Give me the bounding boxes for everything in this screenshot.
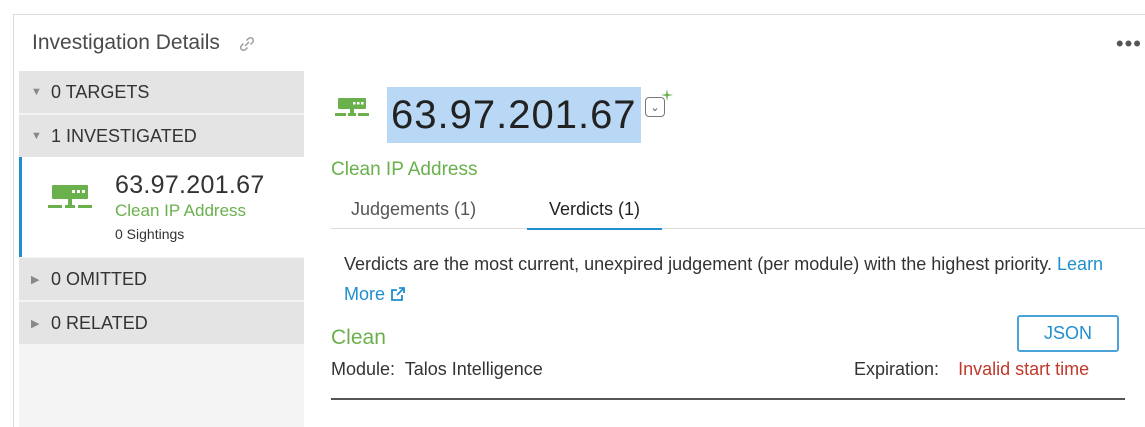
sparkle-icon (661, 89, 673, 101)
chevron-right-icon: ▶ (31, 317, 40, 330)
panel-header: Investigation Details ••• (14, 15, 1145, 71)
module-value: Talos Intelligence (404, 359, 543, 379)
section-targets[interactable]: ▼ 0 TARGETS (19, 71, 304, 113)
ip-address-icon (335, 98, 369, 116)
external-link-icon[interactable] (389, 285, 407, 303)
investigation-details-panel: Investigation Details ••• ▼ 0 TARGETS ▼ … (13, 14, 1145, 427)
section-omitted-label: 0 OMITTED (51, 268, 148, 289)
verdict-status: Clean (331, 326, 386, 349)
section-targets-label: 0 TARGETS (51, 81, 150, 102)
tab-bar: Judgements (1) Verdicts (1) (331, 187, 1145, 230)
expiration-label: Expiration: (854, 359, 940, 379)
investigated-item[interactable]: 63.97.201.67 Clean IP Address 0 Sighting… (19, 157, 304, 257)
more-icon[interactable]: ••• (1116, 31, 1142, 57)
section-related[interactable]: ▶ 0 RELATED (19, 302, 304, 344)
ip-address-icon (48, 185, 92, 208)
panel-title: Investigation Details (32, 31, 220, 54)
json-button[interactable]: JSON (1017, 315, 1119, 352)
investigated-ip: 63.97.201.67 (115, 171, 265, 199)
sidebar: ▼ 0 TARGETS ▼ 1 INVESTIGATED 63.97.201.6… (19, 71, 304, 427)
module-label: Module: (331, 359, 396, 379)
tab-judgements[interactable]: Judgements (1) (351, 199, 476, 228)
investigated-status: Clean IP Address (115, 201, 247, 220)
main-content: 63.97.201.67 ⌄ Clean IP Address Judgemen… (317, 71, 1145, 427)
expiration-line: Expiration: Invalid start time (854, 359, 1089, 380)
investigated-sightings: 0 Sightings (115, 226, 185, 242)
observable-status: Clean IP Address (331, 159, 478, 180)
description-text: Verdicts are the most current, unexpired… (344, 254, 1053, 274)
section-investigated[interactable]: ▼ 1 INVESTIGATED (19, 115, 304, 157)
link-icon[interactable] (238, 35, 256, 53)
expiration-value: Invalid start time (958, 359, 1090, 379)
section-related-label: 0 RELATED (51, 312, 148, 333)
module-line: Module: Talos Intelligence (331, 359, 543, 380)
section-investigated-label: 1 INVESTIGATED (51, 125, 197, 146)
chevron-down-icon: ▼ (31, 86, 42, 98)
dropdown-chevron-icon: ⌄ (650, 101, 660, 114)
section-omitted[interactable]: ▶ 0 OMITTED (19, 258, 304, 300)
chevron-down-icon: ▼ (31, 130, 42, 142)
divider (331, 398, 1125, 400)
observable-ip[interactable]: 63.97.201.67 (387, 87, 641, 143)
tab-verdicts[interactable]: Verdicts (1) (527, 199, 663, 230)
verdicts-description: Verdicts are the most current, unexpired… (344, 249, 1124, 309)
chevron-right-icon: ▶ (31, 273, 40, 286)
